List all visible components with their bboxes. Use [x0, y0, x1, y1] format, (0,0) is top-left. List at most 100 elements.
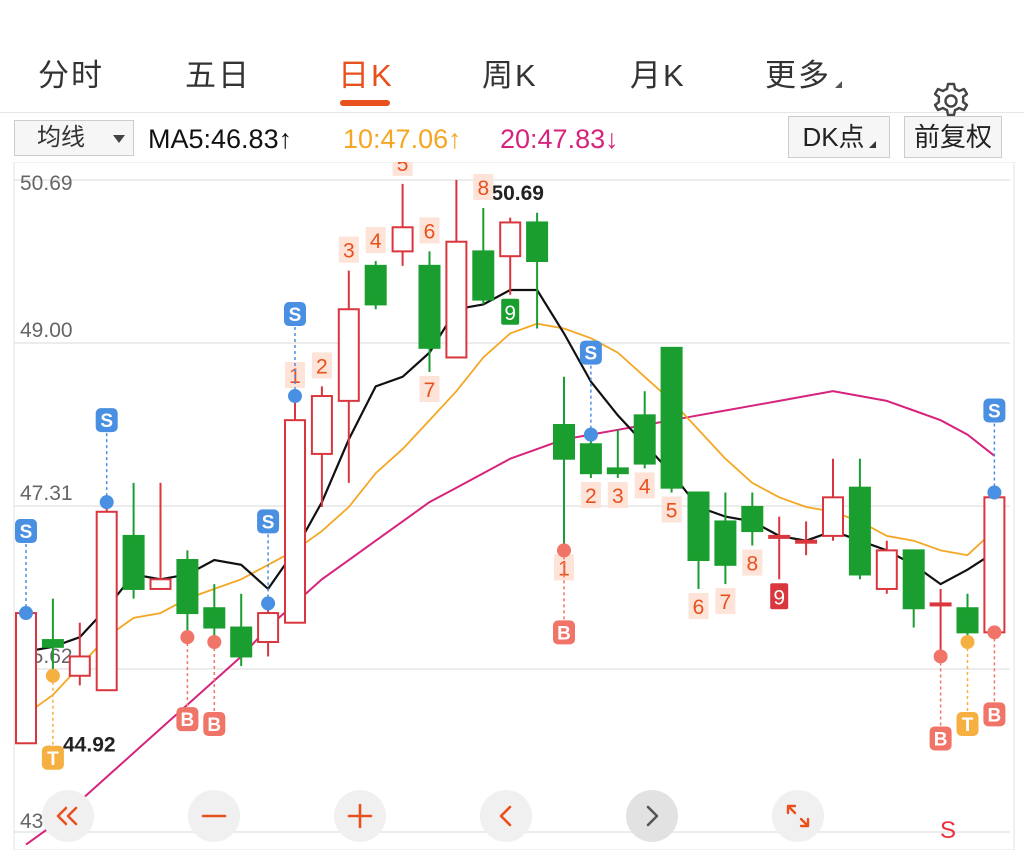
- td-count-label: 6: [693, 596, 705, 619]
- candle-body: [983, 496, 1006, 634]
- td-count-label: 9: [504, 302, 516, 325]
- candle-body: [337, 308, 360, 402]
- dropdown-arrow-icon: [113, 135, 125, 143]
- candle-body: [929, 602, 952, 607]
- signal-dot: [987, 485, 1002, 500]
- indicator-select[interactable]: 均线: [14, 120, 134, 156]
- td-count-label: 4: [370, 230, 382, 253]
- y-axis-label: 47.31: [20, 482, 73, 505]
- signal-badge-label: S: [262, 512, 275, 533]
- td-count-label: 7: [720, 591, 732, 614]
- zoom-out-button[interactable]: [188, 790, 240, 842]
- signal-dot: [45, 668, 60, 683]
- candle-body: [257, 612, 280, 643]
- tab-more-label: 更多: [765, 58, 831, 93]
- y-axis-label: 49.00: [20, 319, 73, 342]
- candle-body: [875, 549, 898, 590]
- plus-icon: [347, 803, 373, 829]
- candle-body: [741, 505, 764, 533]
- signal-badge-label: S: [100, 411, 113, 432]
- dk-point-button[interactable]: DK点: [788, 116, 890, 158]
- td-count-label: 8: [477, 177, 489, 200]
- signal-dot: [99, 495, 114, 510]
- active-tab-indicator: [340, 100, 390, 106]
- tab-monthly-k[interactable]: 月K: [630, 50, 686, 95]
- next-button[interactable]: [626, 790, 678, 842]
- candle-body: [822, 496, 844, 537]
- candle-body: [149, 578, 172, 590]
- expand-icon: [786, 804, 810, 828]
- signal-badge-label: T: [962, 715, 974, 736]
- candle-body: [956, 607, 979, 634]
- td-count-label: 8: [746, 553, 758, 576]
- signal-badge-label: B: [207, 715, 221, 736]
- signal-badge-label: S: [585, 344, 598, 365]
- candle-body: [95, 510, 118, 692]
- candle-body: [122, 534, 145, 590]
- candle-body: [364, 264, 387, 306]
- candle-body: [902, 549, 925, 610]
- candle-body: [41, 639, 64, 648]
- fast-back-button[interactable]: [42, 790, 94, 842]
- signal-badge-label: B: [988, 705, 1002, 726]
- caret-icon: [835, 81, 842, 88]
- candle-body: [472, 250, 495, 301]
- signal-dot: [288, 389, 302, 404]
- candle-body: [203, 607, 226, 629]
- td-count-label: 2: [316, 355, 328, 378]
- td-count-label: 9: [773, 586, 785, 609]
- td-count-label: 4: [639, 475, 651, 498]
- candle-body: [284, 419, 306, 624]
- signal-dot: [583, 427, 598, 442]
- candle-body: [553, 423, 575, 460]
- adjust-button[interactable]: 前复权: [904, 116, 1002, 158]
- signal-dot: [960, 634, 975, 649]
- candle-body: [230, 626, 253, 658]
- chevron-right-icon: [646, 805, 659, 827]
- zoom-in-button[interactable]: [334, 790, 386, 842]
- signal-badge-label: T: [47, 749, 59, 770]
- candle-body: [848, 486, 871, 576]
- candle-body: [660, 346, 683, 489]
- ma5-value: MA5:46.83↑: [148, 124, 293, 154]
- right-signal-marker: S: [940, 817, 956, 844]
- double-chevron-left-icon: [56, 806, 78, 826]
- td-count-label: 3: [612, 485, 624, 508]
- chevron-left-icon: [499, 805, 512, 827]
- tab-daily-k[interactable]: 日K: [338, 50, 394, 95]
- tab-intraday[interactable]: 分时: [38, 50, 104, 95]
- fullscreen-button[interactable]: [772, 790, 824, 842]
- signal-badge-label: S: [20, 522, 33, 543]
- tab-weekly-k[interactable]: 周K: [482, 50, 538, 95]
- candle-body: [714, 520, 737, 566]
- candle-body: [687, 491, 710, 562]
- signal-dot: [19, 606, 33, 621]
- candle-body: [768, 534, 791, 539]
- candle-body: [391, 226, 414, 253]
- candle-body: [606, 467, 629, 475]
- status-strip: [0, 0, 1024, 30]
- candle-body: [499, 221, 522, 258]
- td-count-label: 6: [424, 220, 436, 243]
- y-axis-label: 50.69: [20, 172, 73, 195]
- signal-badge-label: S: [289, 305, 302, 326]
- prev-button[interactable]: [480, 790, 532, 842]
- dk-point-label: DK点: [802, 122, 865, 152]
- td-count-label: 7: [424, 379, 436, 402]
- kline-chart[interactable]: 50.6949.0047.3145.6243.93←50.69←44.92123…: [0, 162, 1024, 850]
- caret-icon: [868, 141, 876, 148]
- td-count-label: 2: [585, 485, 597, 508]
- candle-body: [310, 395, 333, 455]
- signal-badge-label: B: [934, 729, 948, 750]
- signal-dot: [261, 596, 276, 611]
- indicator-bar: 均线 MA5:46.83↑ 10:47.06↑ 20:47.83↓ DK点 前复…: [0, 116, 1024, 162]
- candle-body: [418, 264, 441, 349]
- tab-five-day[interactable]: 五日: [185, 50, 251, 95]
- ma20-value: 20:47.83↓: [500, 124, 619, 154]
- signal-badge-label: B: [557, 623, 571, 644]
- signal-badge-label: S: [988, 401, 1001, 422]
- signal-dot: [207, 634, 222, 649]
- ma10-value: 10:47.06↑: [343, 124, 462, 154]
- tab-more[interactable]: 更多: [765, 50, 842, 95]
- candle-body: [15, 612, 37, 745]
